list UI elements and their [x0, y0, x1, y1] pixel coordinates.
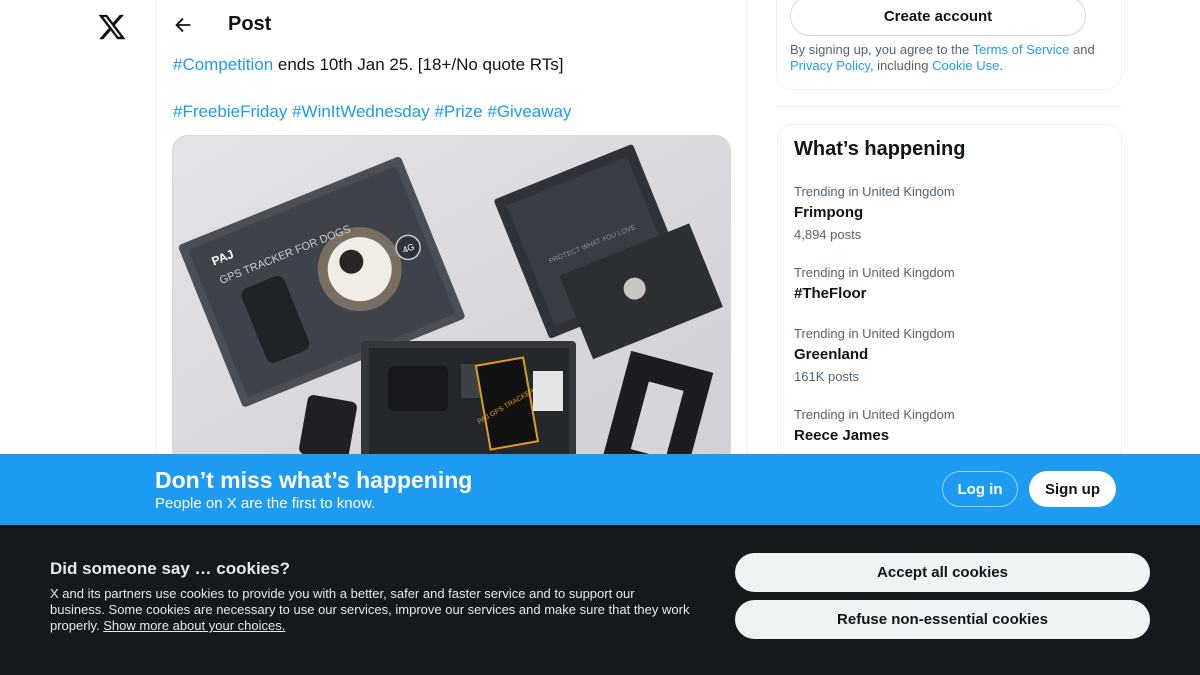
cookie-choices-link[interactable]: Show more about your choices.	[103, 618, 285, 633]
back-arrow-icon[interactable]	[172, 14, 194, 36]
banner-subtitle: People on X are the first to know.	[155, 495, 376, 512]
hashtag-link[interactable]: #FreebieFriday	[173, 102, 287, 121]
terms-prefix: By signing up, you agree to the	[790, 42, 973, 57]
trend-name: Reece James	[794, 427, 890, 444]
terms-end: .	[999, 58, 1003, 73]
hashtag-link[interactable]: #Prize	[434, 102, 482, 121]
tweet-hashtags: #FreebieFriday #WinItWednesday #Prize #G…	[173, 101, 571, 123]
whats-happening-title: What’s happening	[794, 138, 966, 160]
hashtag-link[interactable]: #Competition	[173, 55, 273, 74]
trend-item[interactable]: Trending in United Kingdom Greenland 161…	[794, 326, 1104, 385]
whats-happening-panel: What’s happening Trending in United King…	[777, 124, 1122, 464]
accept-all-cookies-button[interactable]: Accept all cookies	[735, 553, 1150, 592]
sign-up-button[interactable]: Sign up	[1029, 471, 1116, 507]
trend-name: Frimpong	[794, 204, 864, 221]
trend-context: Trending in United Kingdom	[794, 407, 955, 422]
page: Post #Competition ends 10th Jan 25. [18+…	[0, 0, 1200, 675]
cookie-consent-bar: Did someone say … cookies? X and its par…	[0, 525, 1200, 675]
trend-name: #TheFloor	[794, 285, 867, 302]
terms-of-service-link[interactable]: Terms of Service	[973, 42, 1070, 57]
post-media-image[interactable]: 4G PAJ GPS TRACKER FOR DOGS PROTECT WHAT…	[172, 135, 731, 465]
login-banner: Don’t miss what’s happening People on X …	[0, 454, 1200, 525]
tweet-text: ends 10th Jan 25. [18+/No quote RTs]	[273, 55, 564, 74]
cookie-title: Did someone say … cookies?	[50, 559, 290, 578]
trend-item[interactable]: Trending in United Kingdom Reece James	[794, 407, 1104, 446]
signup-panel: Create account By signing up, you agree …	[776, 0, 1122, 90]
trend-item[interactable]: Trending in United Kingdom Frimpong 4,89…	[794, 184, 1104, 243]
trend-count: 161K posts	[794, 369, 860, 384]
log-in-button[interactable]: Log in	[942, 471, 1018, 507]
trend-item[interactable]: Trending in United Kingdom #TheFloor	[794, 265, 1104, 304]
signup-terms: By signing up, you agree to the Terms of…	[790, 42, 1110, 74]
privacy-policy-link[interactable]: Privacy Policy	[790, 58, 870, 73]
create-account-button[interactable]: Create account	[790, 0, 1086, 36]
cookie-text: X and its partners use cookies to provid…	[50, 586, 690, 634]
divider	[776, 106, 1122, 107]
tweet-text-line: #Competition ends 10th Jan 25. [18+/No q…	[173, 54, 563, 76]
cookie-use-link[interactable]: Cookie Use	[932, 58, 999, 73]
terms-and: and	[1069, 42, 1095, 57]
trend-name: Greenland	[794, 346, 869, 363]
trend-context: Trending in United Kingdom	[794, 265, 955, 280]
trend-context: Trending in United Kingdom	[794, 184, 955, 199]
refuse-cookies-button[interactable]: Refuse non-essential cookies	[735, 600, 1150, 639]
trend-count: 4,894 posts	[794, 227, 862, 242]
banner-title: Don’t miss what’s happening	[155, 467, 473, 493]
page-title: Post	[228, 13, 272, 35]
x-logo-icon[interactable]	[97, 12, 127, 42]
hashtag-link[interactable]: #Giveaway	[487, 102, 571, 121]
trend-context: Trending in United Kingdom	[794, 326, 955, 341]
terms-including: , including	[869, 58, 933, 73]
hashtag-link[interactable]: #WinItWednesday	[292, 102, 430, 121]
